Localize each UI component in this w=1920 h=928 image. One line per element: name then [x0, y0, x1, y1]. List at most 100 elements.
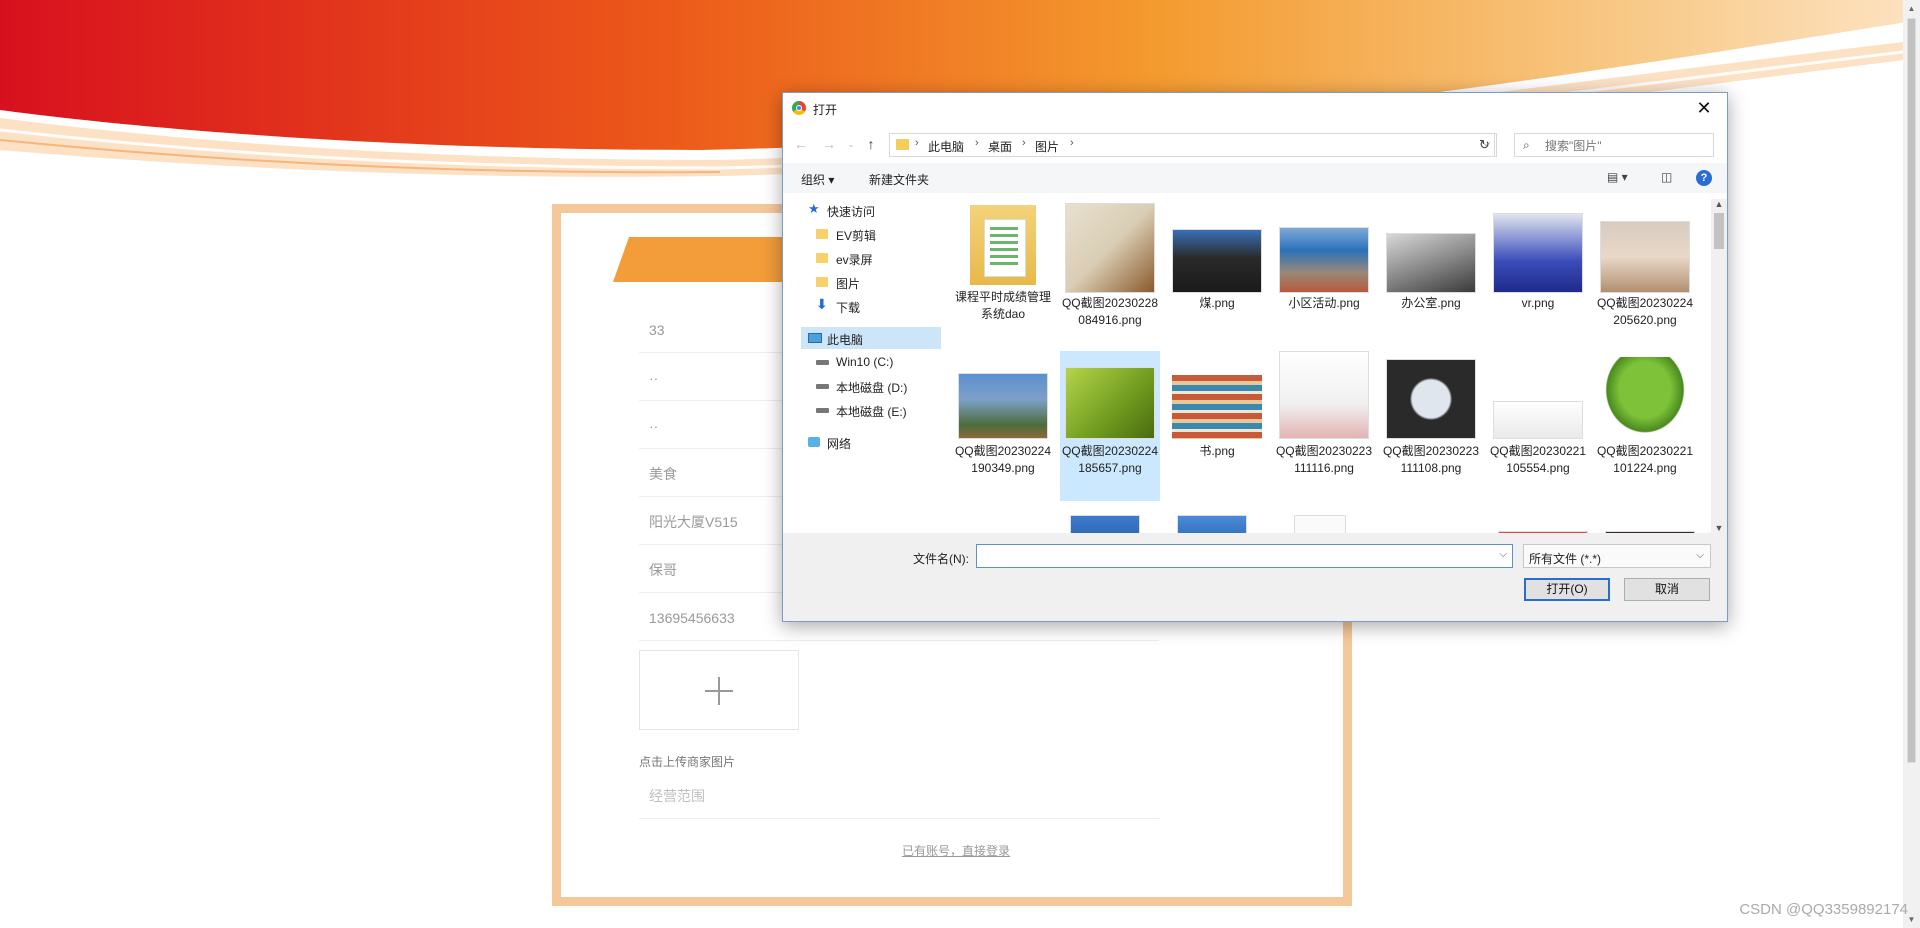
filetype-value: 所有文件 (*.*)	[1529, 552, 1602, 566]
file-list: 课程平时成绩管理系统dao QQ截图20230228084916.png 煤.p…	[953, 193, 1698, 533]
file-item[interactable]: QQ截图20230221105554.png	[1488, 351, 1588, 501]
open-file-dialog: 打开 ✕ ← → ⌄ ↑ › 此电脑 › 桌面 › 图片 › ⌵ ↻ ⌕ 组织 …	[782, 92, 1728, 622]
back-arrow-icon[interactable]: ←	[791, 135, 811, 153]
sidebar-item-label: 本地磁盘 (E:)	[836, 405, 907, 419]
download-arrow-icon: ⬇	[816, 296, 828, 312]
sidebar-item-network[interactable]: 网络	[783, 431, 939, 453]
filename-field[interactable]: ⌵	[976, 544, 1513, 568]
chevron-right-icon: ›	[1070, 137, 1074, 149]
scope-input[interactable]: 经营范围	[639, 773, 1159, 819]
sidebar-item-label: 网络	[827, 437, 852, 451]
upload-hint: 点击上传商家图片	[639, 755, 736, 769]
filetype-select[interactable]: 所有文件 (*.*) ⌵	[1523, 544, 1711, 568]
sidebar-item-pictures[interactable]: 图片	[783, 271, 939, 293]
image-thumbnail	[1279, 351, 1369, 439]
forward-arrow-icon[interactable]: →	[819, 135, 839, 153]
sidebar-item-label: 此电脑	[827, 333, 864, 347]
sidebar-item-drive-d[interactable]: 本地磁盘 (D:)	[783, 375, 939, 397]
file-item[interactable]: QQ截图20230224190349.png	[953, 351, 1053, 501]
scroll-up-icon[interactable]: ▲	[1903, 0, 1920, 17]
sidebar-item-this-pc[interactable]: 此电脑	[801, 327, 941, 349]
cancel-button[interactable]: 取消	[1624, 578, 1710, 601]
sidebar-item-label: EV剪辑	[836, 229, 877, 243]
sidebar-item-drive-e[interactable]: 本地磁盘 (E:)	[783, 399, 939, 421]
file-item[interactable]: QQ截图20230228084916.png	[1060, 199, 1160, 343]
image-thumbnail	[1600, 221, 1690, 293]
navigation-pane: ★ 快速访问 EV剪辑 ev录屏 图片 ⬇ 下载 此电脑 Win10 (C:)	[783, 199, 941, 529]
dialog-toolbar: 组织 ▾ 新建文件夹 ▤ ▾ ◫ ?	[783, 163, 1727, 193]
image-thumbnail	[1386, 359, 1476, 439]
file-item[interactable]: 课程平时成绩管理系统dao	[953, 199, 1053, 323]
sidebar-item-downloads[interactable]: ⬇ 下载	[783, 295, 939, 317]
sidebar-item-drive-c[interactable]: Win10 (C:)	[783, 351, 939, 373]
image-thumbnail	[1386, 233, 1476, 293]
file-item[interactable]: QQ截图20230224185657.png	[1060, 351, 1160, 501]
sidebar-item-quick-access[interactable]: ★ 快速访问	[783, 199, 939, 221]
address-bar[interactable]: › 此电脑 › 桌面 › 图片 › ⌵	[889, 133, 1495, 157]
up-arrow-icon[interactable]: ↑	[861, 135, 881, 153]
refresh-icon[interactable]: ↻	[1473, 133, 1497, 157]
image-thumbnail	[1065, 203, 1155, 293]
image-thumbnail	[1279, 227, 1369, 293]
image-thumbnail	[1493, 401, 1583, 439]
breadcrumb-this-pc[interactable]: 此电脑	[928, 138, 964, 155]
open-button[interactable]: 打开(O)	[1524, 578, 1610, 601]
recent-dropdown-icon[interactable]: ⌄	[841, 135, 861, 153]
sidebar-item-label: 快速访问	[827, 205, 876, 219]
new-folder-button[interactable]: 新建文件夹	[869, 171, 929, 188]
image-thumbnail[interactable]	[1177, 515, 1247, 533]
close-icon[interactable]: ✕	[1689, 96, 1719, 120]
image-thumbnail	[1172, 229, 1262, 293]
filename-input[interactable]	[981, 548, 1485, 566]
image-thumbnail[interactable]	[1294, 515, 1346, 533]
image-thumbnail	[1493, 213, 1583, 293]
file-item[interactable]: QQ截图20230223111108.png	[1381, 351, 1481, 501]
computer-icon	[808, 333, 822, 343]
page-scrollbar[interactable]: ▲ ▼	[1903, 0, 1920, 928]
chevron-down-icon[interactable]: ⌵	[1499, 549, 1507, 560]
search-input[interactable]	[1543, 136, 1707, 156]
network-icon	[808, 437, 820, 447]
search-box[interactable]: ⌕	[1514, 133, 1714, 157]
breadcrumb-pictures[interactable]: 图片	[1035, 138, 1059, 155]
file-list-scrollbar[interactable]: ▲ ▼	[1711, 199, 1727, 533]
image-thumbnail[interactable]	[1070, 515, 1140, 533]
dialog-footer: 文件名(N): ⌵ 所有文件 (*.*) ⌵ 打开(O) 取消	[783, 533, 1727, 621]
navigation-bar: ← → ⌄ ↑ › 此电脑 › 桌面 › 图片 › ⌵ ↻ ⌕	[783, 123, 1727, 163]
image-thumbnail	[958, 373, 1048, 439]
page-scrollbar-thumb[interactable]	[1907, 18, 1916, 763]
file-item[interactable]: 书.png	[1167, 351, 1267, 481]
folder-icon	[970, 205, 1036, 285]
file-item[interactable]: QQ截图20230221101224.png	[1595, 351, 1695, 501]
sidebar-item-label: 图片	[836, 277, 861, 291]
filename-label: 文件名(N):	[913, 552, 969, 566]
help-icon[interactable]: ?	[1696, 170, 1712, 186]
scroll-up-icon[interactable]: ▲	[1711, 199, 1727, 209]
login-link[interactable]: 已有账号，直接登录	[561, 842, 1351, 859]
file-item[interactable]: 煤.png	[1167, 199, 1267, 323]
file-item[interactable]: QQ截图20230223111116.png	[1274, 351, 1374, 501]
breadcrumb-desktop[interactable]: 桌面	[988, 138, 1012, 155]
organize-menu[interactable]: 组织 ▾	[801, 171, 834, 188]
dialog-title: 打开	[813, 103, 838, 117]
drive-icon	[816, 360, 829, 365]
file-item[interactable]: 小区活动.png	[1274, 199, 1374, 323]
file-item[interactable]: 办公室.png	[1381, 199, 1481, 323]
sidebar-item-ev-edit[interactable]: EV剪辑	[783, 223, 939, 245]
sidebar-item-ev-record[interactable]: ev录屏	[783, 247, 939, 269]
image-thumbnail	[1600, 357, 1690, 439]
file-item[interactable]: QQ截图20230224205620.png	[1595, 199, 1695, 343]
search-icon: ⌕	[1523, 138, 1530, 152]
folder-icon	[816, 229, 828, 239]
image-upload-button[interactable]	[639, 650, 799, 730]
file-item[interactable]: vr.png	[1488, 199, 1588, 323]
scrollbar-thumb[interactable]	[1714, 213, 1724, 249]
view-options-icon[interactable]: ▤ ▾	[1607, 170, 1628, 184]
folder-icon	[896, 139, 909, 150]
chrome-icon	[792, 101, 806, 115]
folder-icon	[816, 253, 828, 263]
scroll-down-icon[interactable]: ▼	[1711, 523, 1727, 533]
drive-icon	[816, 384, 829, 389]
preview-pane-icon[interactable]: ◫	[1661, 170, 1672, 184]
dialog-titlebar[interactable]: 打开 ✕	[783, 93, 1727, 123]
